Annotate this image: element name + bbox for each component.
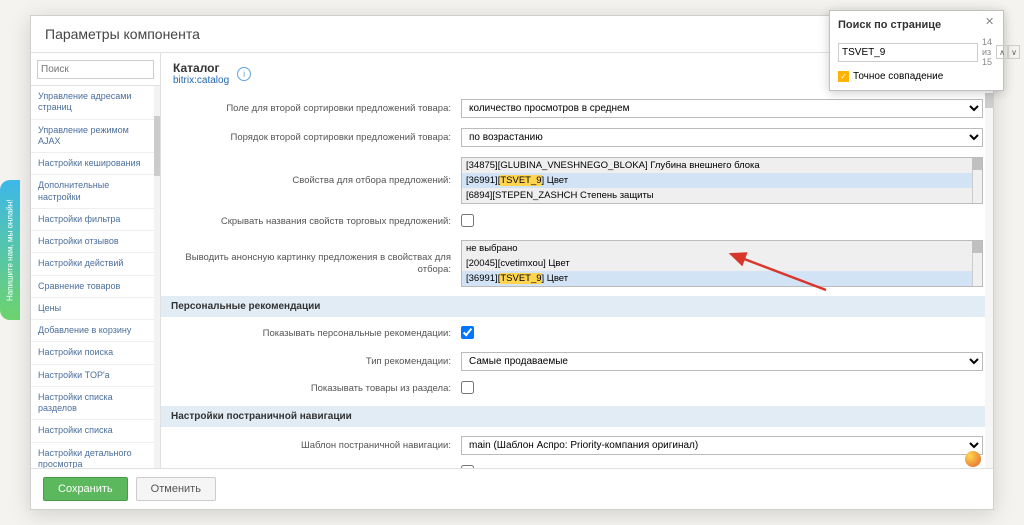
search-prev-icon[interactable]: ∧ — [996, 45, 1008, 59]
sidebar-item[interactable]: Сравнение товаров — [31, 276, 160, 298]
main-panel: Каталог bitrix:catalog i Поле для второй… — [161, 53, 993, 468]
sort2-field-select[interactable]: количество просмотров в среднем — [461, 99, 983, 118]
label: Порядок второй сортировки предложений то… — [171, 132, 461, 143]
close-icon[interactable]: ✕ — [985, 17, 997, 29]
component-title: Каталог — [173, 61, 229, 75]
component-id: bitrix:catalog — [173, 75, 229, 86]
label: Свойства для отбора предложений: — [171, 175, 461, 186]
label: Шаблон постраничной навигации: — [171, 440, 461, 451]
pagenav-template-select[interactable]: main (Шаблон Аспро: Priority-компания ор… — [461, 436, 983, 455]
label: Поле для второй сортировки предложений т… — [171, 103, 461, 114]
list-option[interactable]: [20045][cvetimxou] Цвет — [462, 256, 982, 271]
search-next-icon[interactable]: ∨ — [1008, 45, 1020, 59]
page-search-popup: ✕ Поиск по странице 14 из 15 ∧ ∨ ✓ Точно… — [829, 10, 1004, 91]
label: Показывать персональные рекомендации: — [171, 328, 461, 339]
sidebar-item[interactable]: Управление режимом AJAX — [31, 120, 160, 154]
modal-footer: Сохранить Отменить — [31, 468, 993, 509]
search-title: Поиск по странице — [838, 19, 995, 31]
info-icon[interactable]: i — [237, 67, 251, 81]
section-header: Персональные рекомендации — [161, 296, 993, 317]
sidebar-item[interactable]: Настройки поиска — [31, 342, 160, 364]
show-personal-rec-checkbox[interactable] — [461, 326, 474, 339]
show-above-list-checkbox[interactable] — [461, 465, 474, 468]
sidebar-item[interactable]: Управление адресами страниц — [31, 86, 160, 120]
sort2-order-select[interactable]: по возрастанию — [461, 128, 983, 147]
hide-prop-names-checkbox[interactable] — [461, 214, 474, 227]
main-scrollbar[interactable] — [985, 93, 993, 468]
list-option[interactable]: [6894][STEPEN_ZASHCH Степень защиты — [462, 188, 982, 203]
sidebar: Управление адресами страницУправление ре… — [31, 53, 161, 468]
sidebar-item[interactable]: Настройки отзывов — [31, 231, 160, 253]
section-header: Настройки постраничной навигации — [161, 406, 993, 427]
sidebar-item[interactable]: Настройки детального просмотра — [31, 443, 160, 469]
sidebar-search-input[interactable] — [37, 60, 154, 79]
sidebar-item[interactable]: Настройки списка разделов — [31, 387, 160, 421]
sidebar-item[interactable]: Настройки TOP'а — [31, 365, 160, 387]
list-option[interactable]: [36991][TSVET_9] Цвет — [462, 271, 982, 286]
sidebar-list[interactable]: Управление адресами страницУправление ре… — [31, 86, 160, 468]
sidebar-item[interactable]: Добавление в корзину — [31, 320, 160, 342]
jivo-chat-tab[interactable]: Напишите нам, мы онлайн! — [0, 180, 20, 320]
list-option[interactable]: [34875][GLUBINA_VNESHNEGO_BLOKA] Глубина… — [462, 158, 982, 173]
sidebar-scrollbar-thumb[interactable] — [154, 116, 160, 176]
save-button[interactable]: Сохранить — [43, 477, 128, 501]
sidebar-item[interactable]: Цены — [31, 298, 160, 320]
sidebar-item[interactable]: Настройки кеширования — [31, 153, 160, 175]
rec-type-select[interactable]: Самые продаваемые — [461, 352, 983, 371]
list-option[interactable]: [36991][TSVET_9] Цвет — [462, 173, 982, 188]
search-count: 14 из 15 — [982, 37, 992, 67]
sidebar-item[interactable]: Настройки действий — [31, 253, 160, 275]
sidebar-item[interactable]: Настройки фильтра — [31, 209, 160, 231]
list-option[interactable]: не выбрано — [462, 241, 982, 256]
label: Скрывать названия свойств торговых предл… — [171, 216, 461, 227]
sidebar-item[interactable]: Настройки списка — [31, 420, 160, 442]
form-area: Поле для второй сортировки предложений т… — [161, 94, 993, 468]
label: Показывать товары из раздела: — [171, 383, 461, 394]
cancel-button[interactable]: Отменить — [136, 477, 216, 501]
label: Выводить анонсную картинку предложения в… — [171, 252, 461, 275]
exact-match-checkbox[interactable]: ✓ — [838, 71, 849, 82]
exact-match-label: Точное совпадение — [853, 71, 943, 82]
label: Тип рекомендации: — [171, 356, 461, 367]
offer-filter-props[interactable]: [34875][GLUBINA_VNESHNEGO_BLOKA] Глубина… — [461, 157, 983, 204]
label: Выводить над списком: — [171, 467, 461, 468]
page-search-input[interactable] — [838, 43, 978, 62]
show-section-goods-checkbox[interactable] — [461, 381, 474, 394]
sidebar-item[interactable]: Дополнительные настройки — [31, 175, 160, 209]
help-orb-icon[interactable] — [965, 451, 981, 467]
offer-preview-img-props[interactable]: не выбрано[20045][cvetimxou] Цвет[36991]… — [461, 240, 983, 287]
